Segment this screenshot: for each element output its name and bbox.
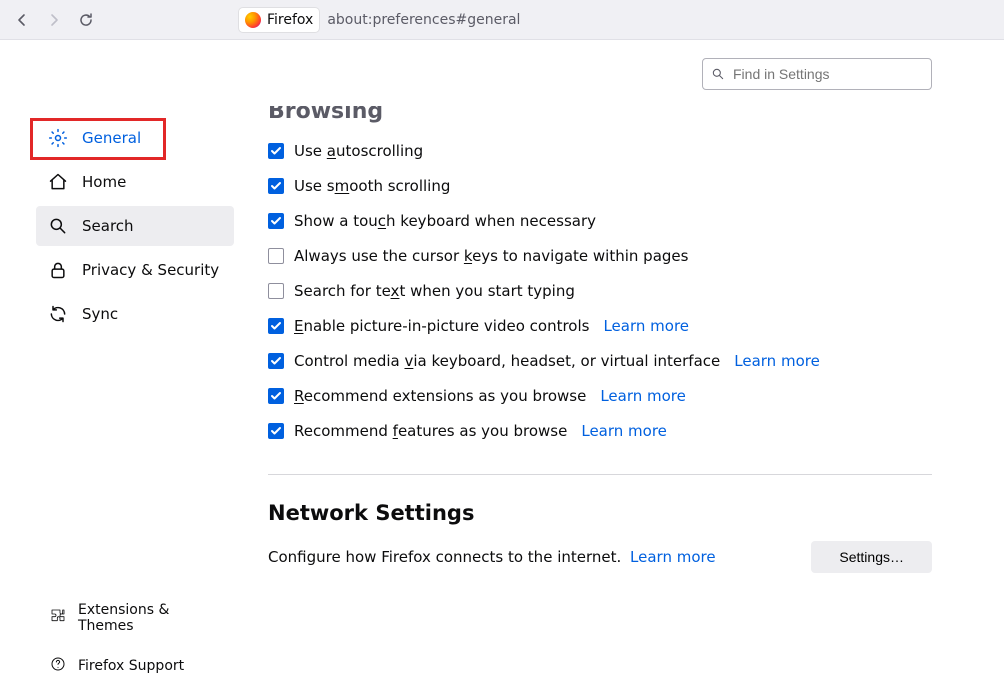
checkbox-media-keys[interactable] (268, 353, 284, 369)
browser-toolbar: Firefox about:preferences#general (0, 0, 1004, 40)
option-label: Search for text when you start typing (294, 282, 575, 300)
divider (268, 474, 932, 475)
option-recommend-extensions: Recommend extensions as you browse Learn… (268, 387, 932, 405)
option-label: Recommend features as you browse (294, 422, 567, 440)
lock-icon (48, 260, 68, 280)
back-button[interactable] (8, 6, 36, 34)
sidebar-item-label: Privacy & Security (82, 261, 219, 279)
reload-button[interactable] (72, 6, 100, 34)
find-settings-input[interactable] (733, 66, 923, 82)
checkbox-pip[interactable] (268, 318, 284, 334)
sidebar-item-label: Sync (82, 305, 118, 323)
identity-chip[interactable]: Firefox (239, 8, 319, 32)
firefox-icon (245, 12, 261, 28)
sidebar: General Home Search Privacy & Security S… (0, 40, 240, 690)
option-label: Control media via keyboard, headset, or … (294, 352, 720, 370)
option-label: Use smooth scrolling (294, 177, 450, 195)
option-cursor-keys: Always use the cursor keys to navigate w… (268, 247, 932, 265)
sidebar-item-label: General (82, 129, 141, 147)
option-label: Recommend extensions as you browse (294, 387, 586, 405)
learn-more-link[interactable]: Learn more (630, 548, 716, 566)
identity-label: Firefox (267, 12, 313, 28)
sidebar-item-home[interactable]: Home (36, 162, 234, 202)
sync-icon (48, 304, 68, 324)
home-icon (48, 172, 68, 192)
sidebar-item-label: Home (82, 173, 126, 191)
sidebar-item-search[interactable]: Search (36, 206, 234, 246)
option-media-keys: Control media via keyboard, headset, or … (268, 352, 932, 370)
checkbox-autoscroll[interactable] (268, 143, 284, 159)
checkbox-smooth-scroll[interactable] (268, 178, 284, 194)
option-label: Use autoscrolling (294, 142, 423, 160)
network-heading: Network Settings (268, 501, 932, 525)
option-label: Enable picture-in-picture video controls (294, 317, 589, 335)
forward-button[interactable] (40, 6, 68, 34)
url-text[interactable]: about:preferences#general (327, 12, 520, 28)
option-search-typing: Search for text when you start typing (268, 282, 932, 300)
option-touch-keyboard: Show a touch keyboard when necessary (268, 212, 932, 230)
option-label: Show a touch keyboard when necessary (294, 212, 596, 230)
learn-more-link[interactable]: Learn more (581, 422, 667, 440)
checkbox-search-typing[interactable] (268, 283, 284, 299)
browsing-heading: Browsing (268, 106, 932, 124)
sidebar-item-label: Search (82, 217, 134, 235)
checkbox-touch-keyboard[interactable] (268, 213, 284, 229)
help-icon (50, 656, 66, 676)
search-icon (711, 67, 725, 81)
sidebar-item-label: Firefox Support (78, 658, 184, 674)
puzzle-icon (50, 608, 66, 628)
option-smooth-scroll: Use smooth scrolling (268, 177, 932, 195)
checkbox-cursor-keys[interactable] (268, 248, 284, 264)
sidebar-item-sync[interactable]: Sync (36, 294, 234, 334)
option-recommend-features: Recommend features as you browse Learn m… (268, 422, 932, 440)
find-settings-box[interactable] (702, 58, 932, 90)
sidebar-item-support[interactable]: Firefox Support (40, 648, 234, 684)
network-description: Configure how Firefox connects to the in… (268, 548, 716, 566)
main-panel: Browsing Use autoscrolling Use smooth sc… (240, 40, 1004, 690)
learn-more-link[interactable]: Learn more (600, 387, 686, 405)
sidebar-item-general[interactable]: General (36, 118, 234, 158)
checkbox-recommend-features[interactable] (268, 423, 284, 439)
checkbox-recommend-extensions[interactable] (268, 388, 284, 404)
sidebar-item-privacy[interactable]: Privacy & Security (36, 250, 234, 290)
option-label: Always use the cursor keys to navigate w… (294, 247, 688, 265)
learn-more-link[interactable]: Learn more (603, 317, 689, 335)
network-settings-button[interactable]: Settings… (811, 541, 932, 573)
search-icon (48, 216, 68, 236)
option-pip: Enable picture-in-picture video controls… (268, 317, 932, 335)
sidebar-item-extensions[interactable]: Extensions & Themes (40, 594, 234, 642)
gear-icon (48, 128, 68, 148)
learn-more-link[interactable]: Learn more (734, 352, 820, 370)
option-autoscroll: Use autoscrolling (268, 142, 932, 160)
sidebar-item-label: Extensions & Themes (78, 602, 224, 634)
